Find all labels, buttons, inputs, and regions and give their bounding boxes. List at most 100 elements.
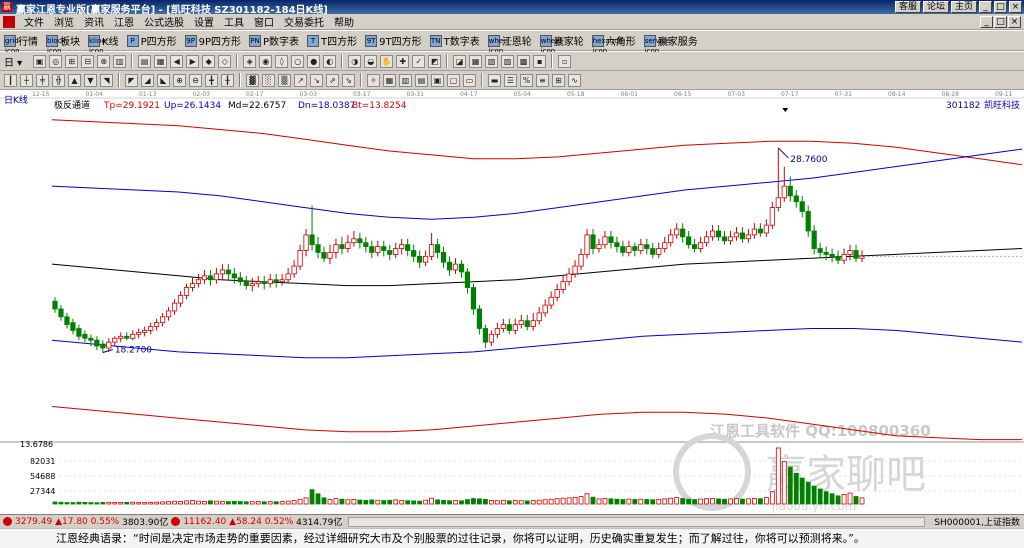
tool-icon[interactable]: ◐ xyxy=(323,54,337,68)
customer-service-button[interactable]: 客服 xyxy=(894,1,921,13)
tool-icon[interactable]: ▩ xyxy=(517,54,531,68)
tool-icon[interactable]: ▼ xyxy=(84,73,97,87)
menu-window[interactable]: 窗口 xyxy=(249,14,279,29)
tool-icon[interactable]: ◒ xyxy=(364,54,378,68)
horizontal-scrollbar[interactable] xyxy=(348,516,926,527)
tool-icon[interactable]: ◤ xyxy=(125,73,138,87)
tool-icon[interactable]: ◀ xyxy=(170,54,184,68)
tool-icon[interactable]: ╋ xyxy=(205,73,218,87)
tool-icon[interactable]: ◎ xyxy=(49,54,63,68)
tool-icon[interactable]: ✋ xyxy=(380,54,394,68)
menu-gann[interactable]: 江恩 xyxy=(109,14,139,29)
tool-icon[interactable]: ≡ xyxy=(536,73,549,87)
kline-chart-panel[interactable]: 12-15 01-04 01-13 02-03 02-17 03-03 03-17 03-31… xyxy=(0,90,1024,514)
index-selector[interactable]: SH000001,上证指数 xyxy=(934,515,1020,528)
tool-icon[interactable]: ◪ xyxy=(453,54,467,68)
tool-icon[interactable]: ⇘ xyxy=(342,73,355,87)
toolbar-item-6[interactable]: T T四方形 xyxy=(307,33,357,48)
tool-icon[interactable]: ▫ xyxy=(558,54,572,68)
tool-icon[interactable]: ▤ xyxy=(138,54,152,68)
tool-icon[interactable]: ↗ xyxy=(294,73,307,87)
tool-icon[interactable]: ▬ xyxy=(488,73,501,87)
tool-icon[interactable]: ┼ xyxy=(20,73,33,87)
tool-icon[interactable]: ∿ xyxy=(568,73,581,87)
toolbar-item-5[interactable]: PN P数字表 xyxy=(249,33,299,48)
tool-icon[interactable]: ░ xyxy=(262,73,275,87)
mdi-close-icon[interactable]: × xyxy=(1008,15,1021,28)
tool-icon[interactable]: ◥ xyxy=(100,73,113,87)
mdi-minimize-icon[interactable]: _ xyxy=(980,15,993,28)
tool-icon[interactable]: ⇗ xyxy=(326,73,339,87)
tool-icon[interactable]: ✓ xyxy=(412,54,426,68)
tool-icon[interactable]: ↘ xyxy=(310,73,323,87)
tool-icon[interactable]: ◢ xyxy=(141,73,154,87)
menu-help[interactable]: 帮助 xyxy=(329,14,359,29)
tool-icon[interactable]: ● xyxy=(307,54,321,68)
toolbar-item-8[interactable]: TN T数字表 xyxy=(429,33,480,48)
minimize-icon[interactable]: _ xyxy=(979,1,992,13)
toolbar-item-0[interactable]: grid-icon 行情 xyxy=(4,33,38,55)
tool-icon[interactable]: ▦ xyxy=(383,73,396,87)
tool-icon[interactable]: ◆ xyxy=(202,54,216,68)
forum-button[interactable]: 论坛 xyxy=(922,1,949,13)
tool-icon[interactable]: ▣ xyxy=(33,54,47,68)
tool-icon[interactable]: ▲ xyxy=(68,73,81,87)
tool-icon[interactable]: ▤ xyxy=(415,73,428,87)
tool-icon[interactable]: ◩ xyxy=(428,54,442,68)
tool-icon[interactable]: ╪ xyxy=(36,73,49,87)
tool-icon[interactable]: ╂ xyxy=(221,73,234,87)
tool-icon[interactable]: ◈ xyxy=(243,54,257,68)
tool-icon[interactable]: ◇ xyxy=(218,54,232,68)
tool-icon[interactable]: ▪ xyxy=(533,54,547,68)
tool-icon[interactable]: ⊗ xyxy=(97,54,111,68)
period-select[interactable]: 日 ▾ xyxy=(4,54,22,69)
toolbar-item-1[interactable]: block-icon 板块 xyxy=(46,33,80,55)
tool-icon[interactable]: ┃ xyxy=(4,73,17,87)
tool-icon[interactable]: ▢ xyxy=(447,73,460,87)
menu-settings[interactable]: 设置 xyxy=(189,14,219,29)
tool-icon[interactable]: ⊟ xyxy=(81,54,95,68)
kline-chart[interactable]: 12-15 01-04 01-13 02-03 02-17 03-03 03-17 03-31… xyxy=(0,90,1024,514)
tool-icon[interactable]: ▨ xyxy=(501,54,515,68)
tool-icon[interactable]: ◑ xyxy=(348,54,362,68)
toolbar-item-12[interactable]: service-icon 赢家服务 xyxy=(643,33,698,55)
menu-tools[interactable]: 工具 xyxy=(219,14,249,29)
tool-icon[interactable]: ◉ xyxy=(259,54,273,68)
tool-icon[interactable]: ⊕ xyxy=(173,73,186,87)
menu-formula-screening[interactable]: 公式选股 xyxy=(139,14,189,29)
toolbar-item-7[interactable]: 9T 9T四方形 xyxy=(365,33,422,48)
shenzhen-index-segment[interactable]: 11162.40 ▲58.24 0.52% 4314.79亿 xyxy=(171,515,342,528)
tool-icon[interactable]: ○ xyxy=(291,54,305,68)
toolbar-item-9[interactable]: wheel-icon 江恩轮 xyxy=(487,33,532,55)
menu-browse[interactable]: 浏览 xyxy=(49,14,79,29)
menu-trading[interactable]: 交易委托 xyxy=(279,14,329,29)
tool-icon[interactable]: % xyxy=(520,73,533,87)
tool-icon[interactable]: ▒ xyxy=(278,73,291,87)
menu-file[interactable]: 文件 xyxy=(19,14,49,29)
tool-icon[interactable]: ▶ xyxy=(186,54,200,68)
tool-icon[interactable]: ◊ xyxy=(275,54,289,68)
homepage-button[interactable]: 主页 xyxy=(950,1,977,13)
tool-icon[interactable]: ▥ xyxy=(113,54,127,68)
tool-icon[interactable]: ✚ xyxy=(396,54,410,68)
tool-icon[interactable]: ▣ xyxy=(431,73,444,87)
tool-icon[interactable]: ◣ xyxy=(157,73,170,87)
tool-icon[interactable]: ⊞ xyxy=(552,73,565,87)
maximize-icon[interactable]: □ xyxy=(994,1,1007,13)
close-icon[interactable]: × xyxy=(1009,1,1022,13)
toolbar-item-11[interactable]: hexagon-icon 六角形 xyxy=(591,33,636,55)
tool-icon[interactable]: ▓ xyxy=(246,73,259,87)
toolbar-item-4[interactable]: 9P 9P四方形 xyxy=(184,33,241,48)
tool-icon[interactable]: ▭ xyxy=(463,73,476,87)
mdi-restore-icon[interactable]: □ xyxy=(994,15,1007,28)
tool-icon[interactable]: ╬ xyxy=(52,73,65,87)
toolbar-item-2[interactable]: kline-icon K线 xyxy=(88,33,119,55)
tool-icon[interactable]: ▦ xyxy=(469,54,483,68)
shanghai-index-segment[interactable]: 3279.49 ▲17.80 0.55% 3803.90亿 xyxy=(3,515,168,528)
tool-icon[interactable]: ▥ xyxy=(399,73,412,87)
menu-news[interactable]: 资讯 xyxy=(79,14,109,29)
toolbar-item-3[interactable]: P P四方形 xyxy=(126,33,177,48)
tool-icon[interactable]: ⊞ xyxy=(65,54,79,68)
tool-icon[interactable]: ▧ xyxy=(485,54,499,68)
tool-icon[interactable]: ⊖ xyxy=(189,73,202,87)
